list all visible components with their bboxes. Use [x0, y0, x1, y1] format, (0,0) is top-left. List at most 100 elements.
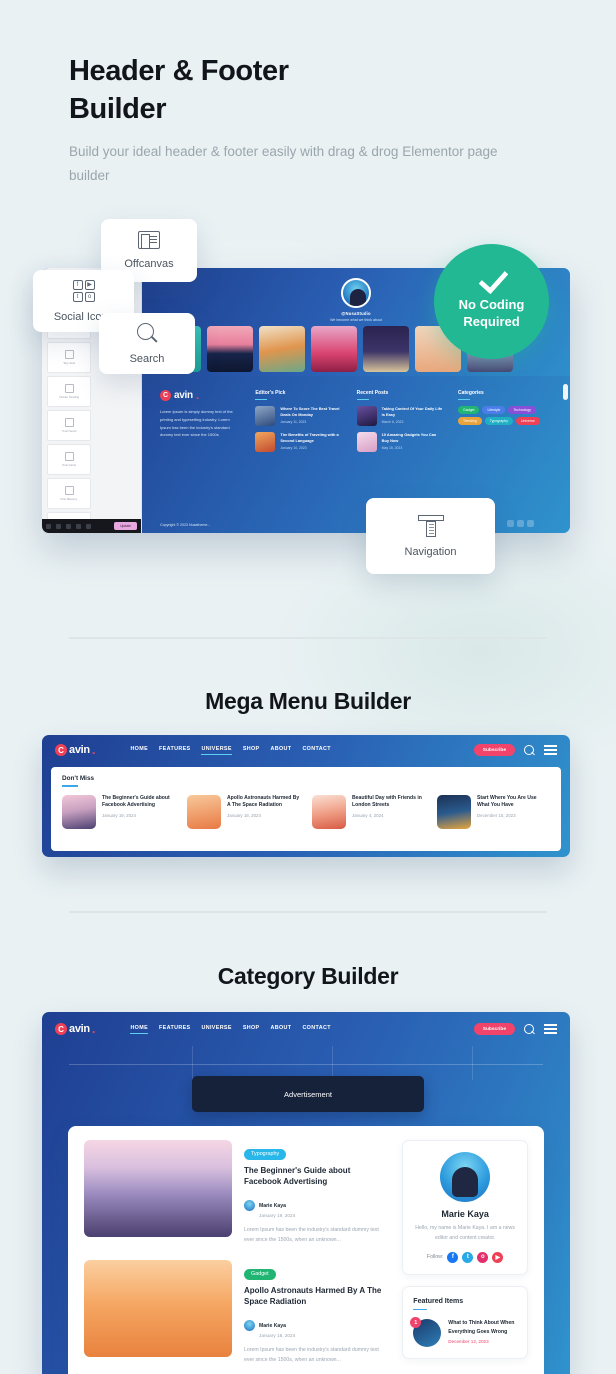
- toolbar-icon[interactable]: [86, 523, 91, 529]
- navigation-icon: [417, 514, 444, 537]
- brand-mark-icon: C: [160, 390, 171, 401]
- brand-mark-icon: C: [55, 1023, 67, 1035]
- subscribe-button[interactable]: Subscribe: [473, 1023, 515, 1035]
- hamburger-menu-icon[interactable]: [544, 1024, 557, 1034]
- nav-link-about[interactable]: ABOUT: [271, 746, 292, 755]
- article-tag[interactable]: Typography: [244, 1148, 287, 1160]
- widget-item[interactable]: Divider Heading: [47, 376, 91, 407]
- navbar-actions: Subscribe: [473, 1023, 557, 1035]
- article-author: Marie Kaya January 19, 2024: [244, 1194, 388, 1218]
- category-pill[interactable]: Gadget: [458, 406, 480, 415]
- featured-title: What to Think About When Everything Goes…: [448, 1320, 515, 1335]
- toolbar-icon[interactable]: [56, 523, 61, 529]
- featured-item[interactable]: 1 What to Think About When Everything Go…: [410, 1317, 517, 1348]
- site-footer: C avin . Lorem Ipsum is simply dummy tex…: [142, 376, 570, 533]
- instagram-icon[interactable]: o: [477, 1251, 489, 1263]
- feature-card-label: Search: [129, 352, 165, 365]
- post-thumbnail: [62, 794, 96, 829]
- category-content-area: Typography The Beginner's Guide about Fa…: [68, 1126, 544, 1374]
- article-tag[interactable]: Gadget: [244, 1268, 276, 1280]
- footer-post-item[interactable]: 10 Amazing Gadgets You Can Buy Now May 1…: [356, 432, 444, 453]
- subscribe-button[interactable]: Subscribe: [473, 744, 515, 756]
- toolbar-icon[interactable]: [66, 523, 71, 529]
- post-thumbnail: [255, 432, 276, 453]
- grid-line: [472, 1046, 473, 1080]
- nav-link-contact[interactable]: CONTACT: [302, 746, 330, 755]
- article-row[interactable]: Typography The Beginner's Guide about Fa…: [84, 1140, 388, 1246]
- navbar-links: HOME FEATURES UNIVERSE SHOP ABOUT CONTAC…: [130, 746, 330, 755]
- youtube-icon[interactable]: [527, 520, 534, 527]
- advertisement-banner[interactable]: Advertisement: [192, 1076, 424, 1112]
- toolbar-icon[interactable]: [46, 523, 51, 529]
- post-date: January 11, 2023: [280, 420, 307, 425]
- search-icon[interactable]: [524, 1023, 535, 1035]
- mega-menu-item[interactable]: Apollo Astronauts Harmed By A The Space …: [187, 794, 300, 829]
- update-button[interactable]: Update: [114, 522, 137, 530]
- category-pill[interactable]: Universe: [515, 417, 540, 426]
- category-pill[interactable]: Trending: [458, 417, 482, 426]
- feature-card-navigation[interactable]: Navigation: [366, 498, 495, 574]
- thumbnail[interactable]: [259, 326, 305, 372]
- facebook-icon[interactable]: f: [447, 1251, 459, 1263]
- mega-menu-item[interactable]: The Beginner's Guide about Facebook Adve…: [62, 794, 175, 829]
- footer-logo[interactable]: C avin .: [160, 389, 241, 401]
- badge-line1: No Coding: [458, 296, 525, 312]
- nav-link-universe[interactable]: UNIVERSE: [201, 746, 232, 755]
- mega-menu-dropdown: Don't Miss The Beginner's Guide about Fa…: [51, 767, 561, 851]
- widget-item[interactable]: Post Masonry: [47, 478, 91, 509]
- post-title: Taking Control Of Your Daily Life Is Eas…: [381, 406, 443, 418]
- navbar-logo[interactable]: C avin .: [55, 1021, 96, 1037]
- title-underline: [255, 399, 268, 401]
- post-thumbnail: [255, 406, 276, 427]
- thumbnail[interactable]: [311, 326, 357, 372]
- nav-link-home[interactable]: HOME: [130, 1025, 149, 1034]
- post-title: The Beginner's Guide about Facebook Adve…: [102, 794, 170, 809]
- widget-item[interactable]: Post Heroic: [47, 410, 91, 441]
- article-title: The Beginner's Guide about Facebook Adve…: [244, 1165, 351, 1187]
- pinterest-icon[interactable]: [507, 520, 514, 527]
- brand-dot-icon: .: [91, 742, 96, 758]
- widget-item[interactable]: Post Cards: [47, 444, 91, 475]
- title-underline: [62, 785, 78, 787]
- widget-icon: [64, 486, 74, 495]
- mega-menu-item[interactable]: Beautiful Day with Friends in London Str…: [312, 794, 425, 829]
- nav-link-home[interactable]: HOME: [130, 746, 148, 755]
- brand-dot-icon: .: [91, 1021, 96, 1037]
- nav-link-about[interactable]: ABOUT: [271, 1025, 292, 1034]
- social-icons-icon: f ▶ t o: [72, 279, 95, 302]
- widget-icon: [64, 452, 74, 461]
- thumbnail[interactable]: [207, 326, 253, 372]
- nav-link-universe[interactable]: UNIVERSE: [201, 1025, 231, 1034]
- thumbnail[interactable]: [363, 326, 409, 372]
- nav-link-features[interactable]: FEATURES: [159, 746, 190, 755]
- footer-about-text: Lorem Ipsum is simply dummy text of the …: [160, 409, 233, 438]
- nav-link-contact[interactable]: CONTACT: [302, 1025, 330, 1034]
- offcanvas-icon: [138, 231, 160, 249]
- navbar-logo[interactable]: C avin .: [55, 742, 96, 758]
- featured-rank-badge: 1: [410, 1317, 422, 1329]
- footer-post-item[interactable]: The Benefits of Traveling with a Second …: [255, 432, 342, 453]
- twitter-icon[interactable]: t: [462, 1251, 474, 1263]
- section-divider: [69, 637, 547, 639]
- widget-item[interactable]: Tag cloud: [47, 342, 91, 373]
- post-thumbnail: [356, 432, 377, 453]
- footer-post-item[interactable]: Where To Score The Best Travel Deals On …: [255, 406, 342, 427]
- hamburger-menu-icon[interactable]: [544, 745, 557, 755]
- article-row[interactable]: Gadget Apollo Astronauts Harmed By A The…: [84, 1260, 388, 1366]
- nav-link-features[interactable]: FEATURES: [159, 1025, 190, 1034]
- post-title: Start Where You Are Use What You Have: [477, 794, 537, 809]
- toolbar-icon[interactable]: [76, 523, 81, 529]
- category-pill[interactable]: Technology: [508, 406, 537, 415]
- github-icon[interactable]: [517, 520, 524, 527]
- feature-card-search[interactable]: Search: [99, 313, 195, 374]
- avatar: [244, 1200, 255, 1212]
- footer-post-item[interactable]: Taking Control Of Your Daily Life Is Eas…: [356, 406, 444, 427]
- youtube-icon[interactable]: ▶: [492, 1251, 504, 1263]
- search-icon[interactable]: [524, 744, 535, 756]
- nav-link-shop[interactable]: SHOP: [243, 746, 260, 755]
- nav-link-shop[interactable]: SHOP: [243, 1025, 260, 1034]
- mega-menu-item[interactable]: Start Where You Are Use What You Have De…: [437, 794, 550, 829]
- category-pill[interactable]: Lifestyle: [482, 406, 506, 415]
- scrollbar-handle[interactable]: [563, 384, 568, 400]
- category-pill[interactable]: Typography: [484, 417, 513, 426]
